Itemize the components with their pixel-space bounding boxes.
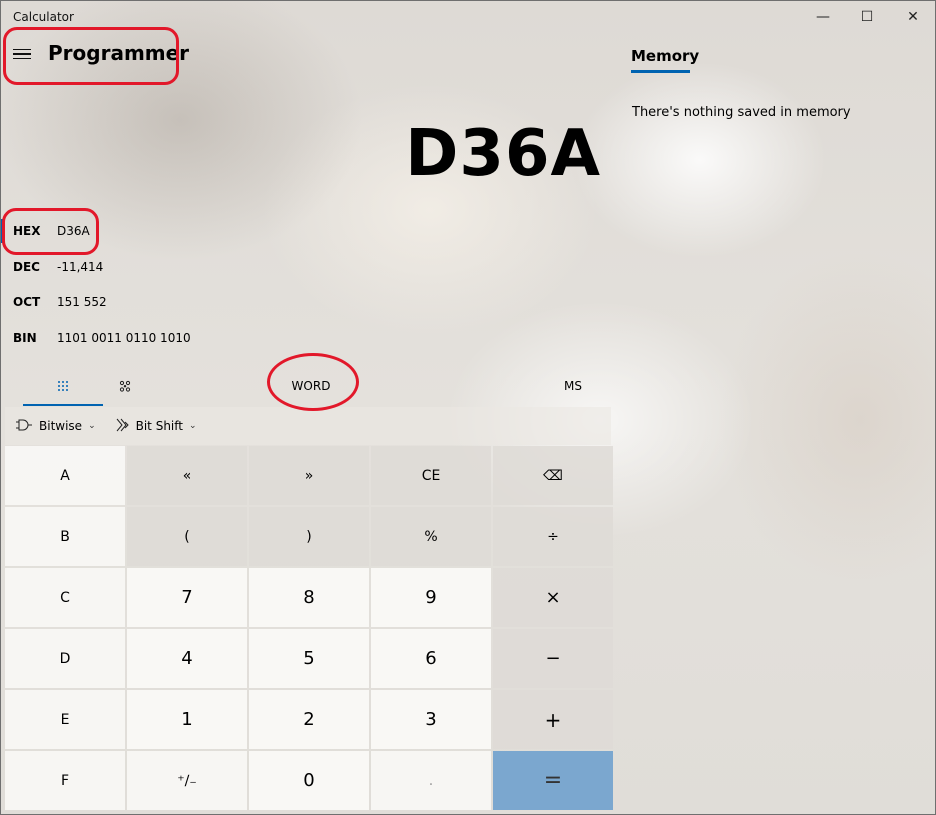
maximize-button[interactable]: ☐ <box>844 1 890 33</box>
radix-row-dec[interactable]: DEC -11,414 <box>1 252 601 282</box>
close-button[interactable]: ✕ <box>890 1 936 33</box>
full-keypad-icon[interactable] <box>23 367 103 405</box>
key-decimal[interactable]: . <box>371 751 491 810</box>
key-close-paren[interactable]: ) <box>249 507 369 566</box>
mode-title: Programmer <box>48 41 190 65</box>
key-right-shift[interactable]: » <box>249 446 369 505</box>
active-tab-underline <box>23 404 103 406</box>
key-open-paren[interactable]: ( <box>127 507 247 566</box>
chevron-down-icon: ⌄ <box>188 421 197 431</box>
key-negate[interactable]: ⁺∕₋ <box>127 751 247 810</box>
key-d[interactable]: D <box>5 629 125 688</box>
result-display: D36A <box>405 117 601 191</box>
memory-tab-underline <box>631 70 690 73</box>
logic-gate-icon <box>15 419 33 434</box>
bit-shift-label: Bit Shift <box>135 419 183 433</box>
key-6[interactable]: 6 <box>371 629 491 688</box>
memory-store-button[interactable]: MS <box>553 367 593 405</box>
word-size-button[interactable]: WORD <box>275 367 347 405</box>
key-e[interactable]: E <box>5 690 125 749</box>
radix-row-hex[interactable]: HEX D36A <box>1 216 601 246</box>
hamburger-icon[interactable] <box>13 43 31 65</box>
memory-empty-message: There's nothing saved in memory <box>632 105 851 120</box>
key-4[interactable]: 4 <box>127 629 247 688</box>
key-1[interactable]: 1 <box>127 690 247 749</box>
key-add[interactable]: + <box>493 690 613 749</box>
key-clear-entry[interactable]: CE <box>371 446 491 505</box>
key-a[interactable]: A <box>5 446 125 505</box>
chevron-down-icon: ⌄ <box>88 421 96 431</box>
key-b[interactable]: B <box>5 507 125 566</box>
radix-value: 1101 0011 0110 1010 <box>57 331 191 345</box>
radix-name: DEC <box>13 260 40 274</box>
radix-name: HEX <box>13 224 41 238</box>
key-multiply[interactable]: × <box>493 568 613 627</box>
bit-shift-icon <box>116 418 130 435</box>
backspace-icon[interactable]: ⌫ <box>493 446 613 505</box>
key-5[interactable]: 5 <box>249 629 369 688</box>
key-modulo[interactable]: % <box>371 507 491 566</box>
bit-toggling-keypad-icon[interactable] <box>103 367 147 405</box>
radix-value: 151 552 <box>57 295 107 309</box>
key-divide[interactable]: ÷ <box>493 507 613 566</box>
minimize-button[interactable]: — <box>800 1 846 33</box>
bitwise-label: Bitwise <box>39 419 83 433</box>
key-0[interactable]: 0 <box>249 751 369 810</box>
keypad: A « » CE ⌫ B ( ) % ÷ C 7 8 9 × D 4 5 6 −… <box>5 446 613 812</box>
operator-strip: Bitwise ⌄ Bit Shift ⌄ <box>5 407 611 445</box>
key-7[interactable]: 7 <box>127 568 247 627</box>
key-9[interactable]: 9 <box>371 568 491 627</box>
radix-value: D36A <box>57 224 90 238</box>
key-subtract[interactable]: − <box>493 629 613 688</box>
key-3[interactable]: 3 <box>371 690 491 749</box>
app-title: Calculator <box>13 10 74 24</box>
key-f[interactable]: F <box>5 751 125 810</box>
key-2[interactable]: 2 <box>249 690 369 749</box>
radix-row-bin[interactable]: BIN 1101 0011 0110 1010 <box>1 323 601 353</box>
radix-name: BIN <box>13 331 37 345</box>
radix-name: OCT <box>13 295 41 309</box>
keypad-mode-tabs: WORD MS <box>5 367 611 406</box>
key-c[interactable]: C <box>5 568 125 627</box>
key-8[interactable]: 8 <box>249 568 369 627</box>
key-equals[interactable]: = <box>493 751 613 810</box>
key-left-shift[interactable]: « <box>127 446 247 505</box>
radix-row-oct[interactable]: OCT 151 552 <box>1 287 601 317</box>
radix-value: -11,414 <box>57 260 104 274</box>
bitwise-dropdown[interactable]: Bitwise ⌄ <box>5 407 106 445</box>
bit-shift-dropdown[interactable]: Bit Shift ⌄ <box>106 407 207 445</box>
memory-tab[interactable]: Memory <box>631 47 699 65</box>
